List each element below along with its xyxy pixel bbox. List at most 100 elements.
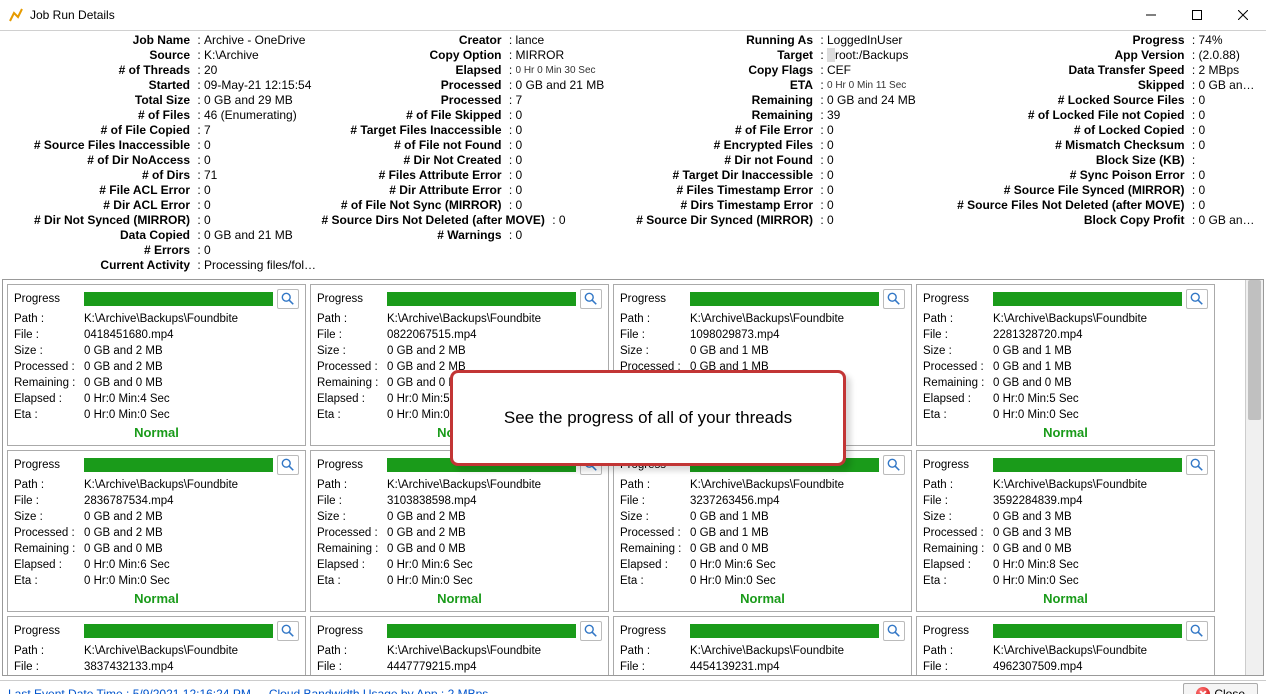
thread-processed-label: Processed : [317, 359, 387, 375]
summary-value: 0 [827, 168, 945, 183]
thread-eta-label: Eta : [317, 407, 387, 423]
summary-row: Data Copied:0 GB and 21 MB [10, 228, 322, 243]
thread-progress-label: Progress [317, 623, 387, 639]
summary-row: Processed:0 GB and 21 MB [322, 78, 634, 93]
summary-label: Copy Option [322, 48, 506, 63]
thread-path-label: Path : [923, 477, 993, 493]
summary-label: # Files Timestamp Error [633, 183, 817, 198]
thread-size-value: 0 GB and 3 MB [993, 509, 1208, 525]
thread-processed-value: 0 GB and 1 MB [993, 359, 1208, 375]
thread-magnify-button[interactable] [1186, 455, 1208, 475]
thread-size-value: 0 GB and 2 MB [387, 509, 602, 525]
summary-label: # Source Files Not Deleted (after MOVE) [945, 198, 1189, 213]
app-icon [8, 7, 24, 23]
thread-progress-bar [690, 624, 879, 638]
summary-row: # Files Attribute Error:0 [322, 168, 634, 183]
thread-processed-value: 0 GB and 2 MB [387, 525, 602, 541]
close-button[interactable]: Close [1183, 683, 1258, 694]
summary-row: # Source File Synced (MIRROR):0 [945, 183, 1257, 198]
summary-label: Running As [633, 33, 817, 48]
thread-magnify-button[interactable] [277, 455, 299, 475]
summary-row: # Dirs Timestamp Error:0 [633, 198, 945, 213]
threads-scrollbar[interactable] [1245, 280, 1263, 675]
summary-label: Remaining [633, 108, 817, 123]
summary-value: 0 [1199, 198, 1257, 213]
summary-label: # Mismatch Checksum [945, 138, 1189, 153]
thread-remaining-value: 0 GB and 0 MB [690, 541, 905, 557]
thread-size-value: 0 GB and 1 MB [993, 343, 1208, 359]
thread-magnify-button[interactable] [580, 621, 602, 641]
summary-row: Progress:74% [945, 33, 1257, 48]
thread-elapsed-label: Elapsed : [14, 391, 84, 407]
thread-elapsed-value: 0 Hr:0 Min:5 Sec [993, 391, 1208, 407]
thread-magnify-button[interactable] [1186, 289, 1208, 309]
summary-row: # of Files:46 (Enumerating) [10, 108, 322, 123]
thread-magnify-button[interactable] [1186, 621, 1208, 641]
thread-file-value: 1098029873.mp4 [690, 327, 905, 343]
summary-row: # Dir ACL Error:0 [10, 198, 322, 213]
summary-row: # of Threads:20 [10, 63, 322, 78]
summary-label: Processed [322, 93, 506, 108]
thread-magnify-button[interactable] [883, 455, 905, 475]
thread-size-value: 0 GB and 1 MB [690, 343, 905, 359]
thread-remaining-value: 0 GB and 0 MB [387, 541, 602, 557]
thread-path-value: K:\Archive\Backups\Foundbite [993, 311, 1208, 327]
thread-progress-label: Progress [14, 623, 84, 639]
thread-magnify-button[interactable] [277, 621, 299, 641]
summary-value: 0 [827, 198, 945, 213]
summary-row: Target: root:/Backups [633, 48, 945, 63]
thread-status: Normal [14, 591, 299, 607]
thread-file-value: 3592284839.mp4 [993, 493, 1208, 509]
scrollbar-thumb[interactable] [1248, 280, 1261, 420]
thread-progress-bar [84, 458, 273, 472]
thread-path-value: K:\Archive\Backups\Foundbite [84, 643, 299, 659]
thread-progress-label: Progress [14, 457, 84, 473]
summary-label: # Target Dir Inaccessible [633, 168, 817, 183]
summary-value [1199, 153, 1257, 168]
summary-panel: Job Name:Archive - OneDriveSource:K:\Arc… [0, 31, 1266, 279]
thread-magnify-button[interactable] [580, 289, 602, 309]
thread-magnify-button[interactable] [883, 289, 905, 309]
thread-status: Normal [923, 591, 1208, 607]
summary-row: # Errors:0 [10, 243, 322, 258]
thread-file-value: 3103838598.mp4 [387, 493, 602, 509]
close-window-button[interactable] [1220, 0, 1266, 30]
thread-remaining-value: 0 GB and 0 MB [993, 375, 1208, 391]
summary-label: Target [633, 48, 817, 63]
summary-value: 0 Hr 0 Min 11 Sec [827, 78, 945, 93]
thread-magnify-button[interactable] [277, 289, 299, 309]
thread-file-label: File : [923, 493, 993, 509]
thread-eta-value: 0 Hr:0 Min:0 Sec [690, 573, 905, 589]
summary-label: Data Transfer Speed [945, 63, 1189, 78]
thread-progress-bar [84, 624, 273, 638]
summary-value: 0 [559, 213, 633, 228]
thread-file-label: File : [620, 493, 690, 509]
thread-remaining-label: Remaining : [923, 541, 993, 557]
thread-eta-label: Eta : [14, 573, 84, 589]
summary-label: # Source File Synced (MIRROR) [945, 183, 1189, 198]
close-icon [1196, 687, 1210, 694]
last-event-time: Last Event Date Time : 5/9/2021 12:16:24… [8, 687, 251, 694]
thread-size-label: Size : [317, 509, 387, 525]
thread-elapsed-value: 0 Hr:0 Min:8 Sec [993, 557, 1208, 573]
minimize-button[interactable] [1128, 0, 1174, 30]
close-button-label: Close [1214, 687, 1245, 694]
summary-value: 0 [827, 153, 945, 168]
summary-value: 0 GB and 0 MB [1199, 213, 1257, 228]
thread-remaining-label: Remaining : [923, 375, 993, 391]
summary-row: Job Name:Archive - OneDrive [10, 33, 322, 48]
thread-card: ProgressPath :K:\Archive\Backups\Foundbi… [916, 450, 1215, 612]
summary-row: # Source Files Inaccessible:0 [10, 138, 322, 153]
thread-progress-label: Progress [923, 457, 993, 473]
thread-magnify-button[interactable] [883, 621, 905, 641]
summary-row: # Encrypted Files:0 [633, 138, 945, 153]
summary-value: 74% [1199, 33, 1257, 48]
thread-path-label: Path : [317, 311, 387, 327]
summary-value: 0 [1199, 183, 1257, 198]
maximize-button[interactable] [1174, 0, 1220, 30]
summary-row: # Files Timestamp Error:0 [633, 183, 945, 198]
summary-label: # Sync Poison Error [945, 168, 1189, 183]
thread-path-label: Path : [14, 643, 84, 659]
summary-label: Job Name [10, 33, 194, 48]
bandwidth-usage: Cloud Bandwidth Usage by App : 2 MBps [269, 687, 488, 694]
